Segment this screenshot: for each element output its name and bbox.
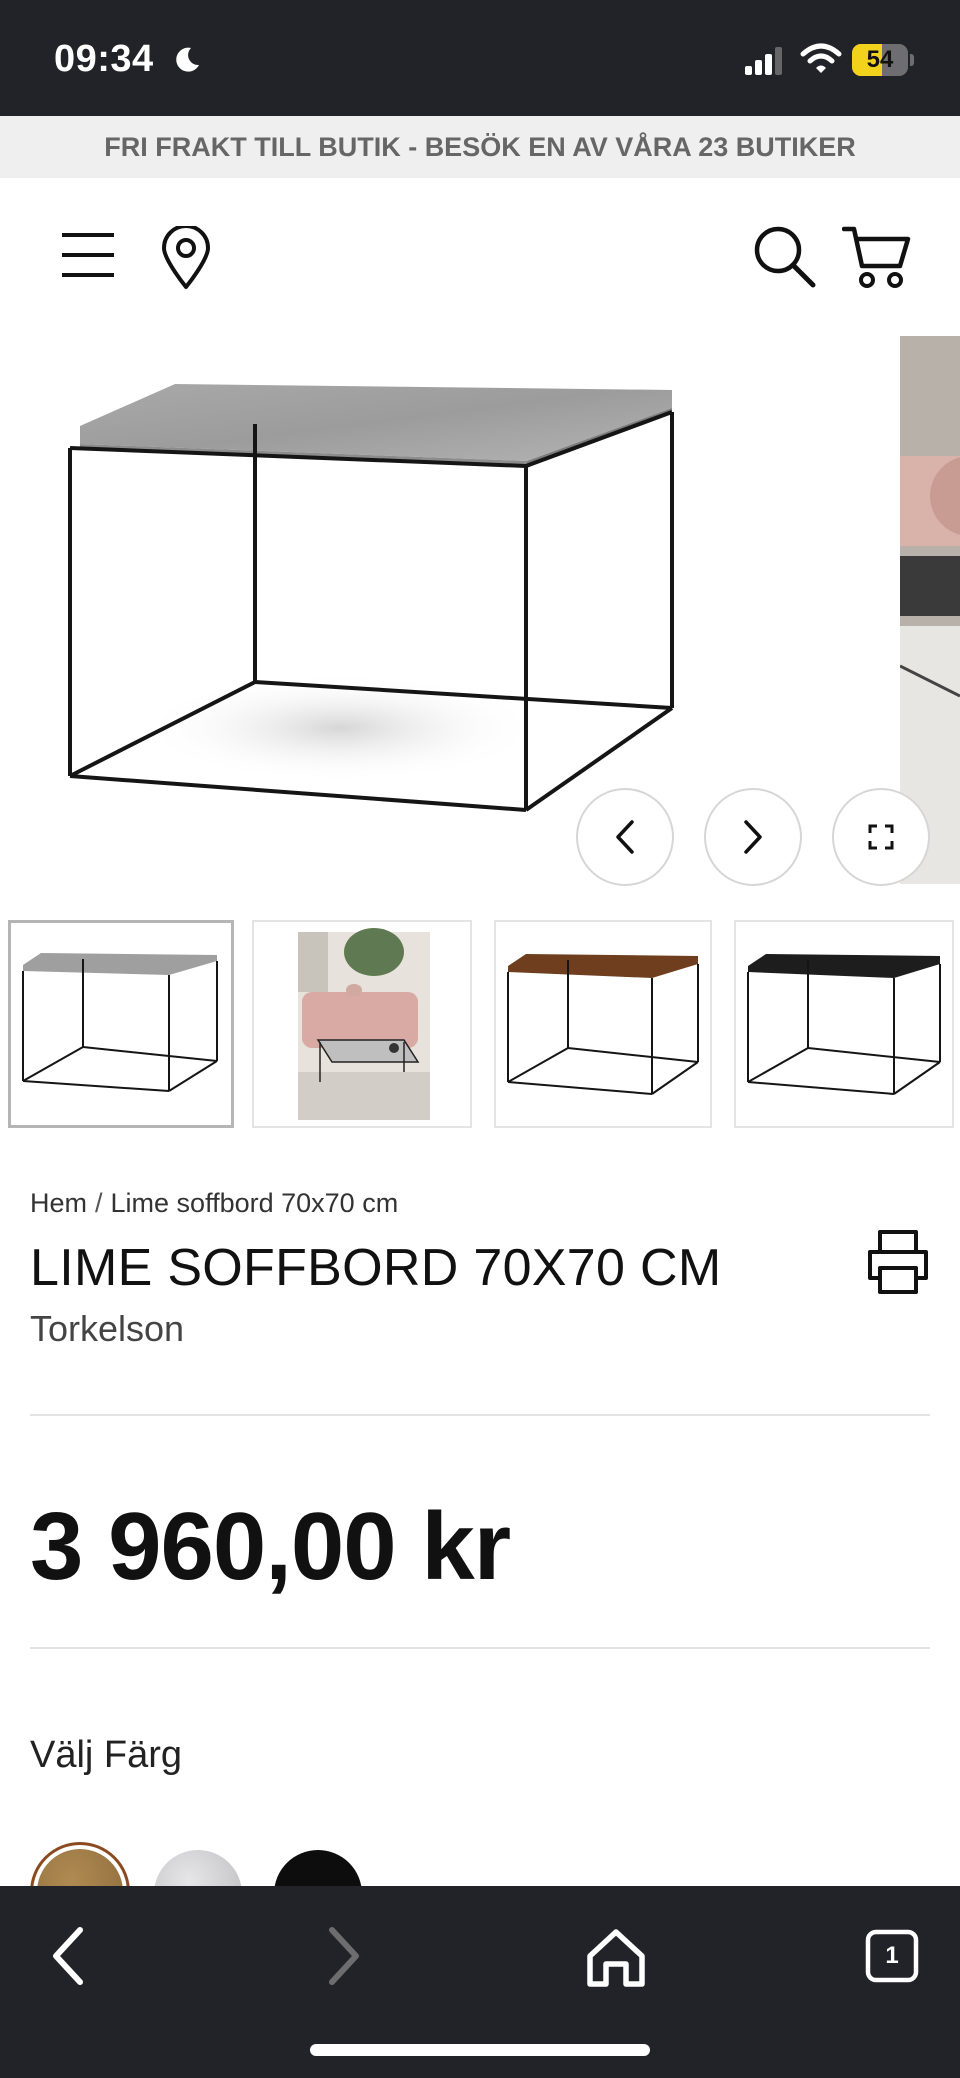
breadcrumb-current: Lime soffbord 70x70 cm bbox=[110, 1188, 399, 1218]
battery-level: 54 bbox=[866, 46, 894, 73]
thumbnail-grey[interactable] bbox=[8, 920, 234, 1128]
tabs-count: 1 bbox=[885, 1942, 899, 1969]
promo-banner[interactable]: FRI FRAKT TILL BUTIK - BESÖK EN AV VÅRA … bbox=[0, 116, 960, 178]
battery-icon: 54 bbox=[852, 44, 914, 76]
thumbnail-brown[interactable] bbox=[494, 920, 712, 1128]
status-bar: 09:34 54 bbox=[0, 0, 960, 116]
browser-tabs-button[interactable]: 1 bbox=[852, 1916, 932, 1996]
location-pin-icon[interactable] bbox=[160, 226, 212, 290]
thumbnail-lifestyle[interactable] bbox=[252, 920, 472, 1128]
signal-icon bbox=[745, 47, 782, 75]
gallery-next-button[interactable] bbox=[704, 788, 802, 886]
product-gallery[interactable] bbox=[0, 330, 960, 890]
browser-back-button[interactable] bbox=[30, 1916, 110, 1996]
wifi-icon bbox=[800, 43, 842, 73]
site-header bbox=[0, 178, 960, 328]
chevron-right-icon bbox=[744, 820, 762, 854]
divider-bottom bbox=[30, 1647, 930, 1649]
breadcrumb-home-link[interactable]: Hem bbox=[30, 1188, 87, 1218]
fullscreen-icon bbox=[868, 824, 894, 850]
product-title: LIME SOFFBORD 70X70 CM bbox=[30, 1239, 722, 1297]
product-brand[interactable]: Torkelson bbox=[30, 1308, 184, 1350]
search-icon[interactable] bbox=[752, 224, 816, 288]
thumbnail-black[interactable] bbox=[734, 920, 954, 1128]
thumbnail-strip bbox=[0, 920, 960, 1132]
promo-text: FRI FRAKT TILL BUTIK - BESÖK EN AV VÅRA … bbox=[104, 132, 856, 162]
product-main-image[interactable] bbox=[40, 348, 700, 848]
gallery-fullscreen-button[interactable] bbox=[832, 788, 930, 886]
divider-top bbox=[30, 1414, 930, 1416]
browser-forward-button[interactable] bbox=[302, 1916, 382, 1996]
status-time: 09:34 bbox=[54, 38, 154, 80]
product-price: 3 960,00 kr bbox=[30, 1493, 511, 1600]
forward-arrow-icon bbox=[329, 1927, 359, 1985]
breadcrumb-separator: / bbox=[95, 1188, 103, 1218]
home-indicator bbox=[310, 2044, 650, 2056]
back-arrow-icon bbox=[53, 1927, 83, 1985]
browser-home-button[interactable] bbox=[576, 1916, 656, 1996]
menu-icon[interactable] bbox=[60, 230, 118, 280]
home-icon bbox=[587, 1929, 645, 1987]
color-select-label: Välj Färg bbox=[30, 1734, 183, 1776]
breadcrumb: Hem / Lime soffbord 70x70 cm bbox=[30, 1188, 398, 1219]
gallery-prev-button[interactable] bbox=[576, 788, 674, 886]
cart-icon[interactable] bbox=[842, 224, 912, 290]
print-icon[interactable] bbox=[864, 1228, 932, 1296]
moon-icon bbox=[176, 47, 199, 72]
chevron-left-icon bbox=[616, 820, 634, 854]
